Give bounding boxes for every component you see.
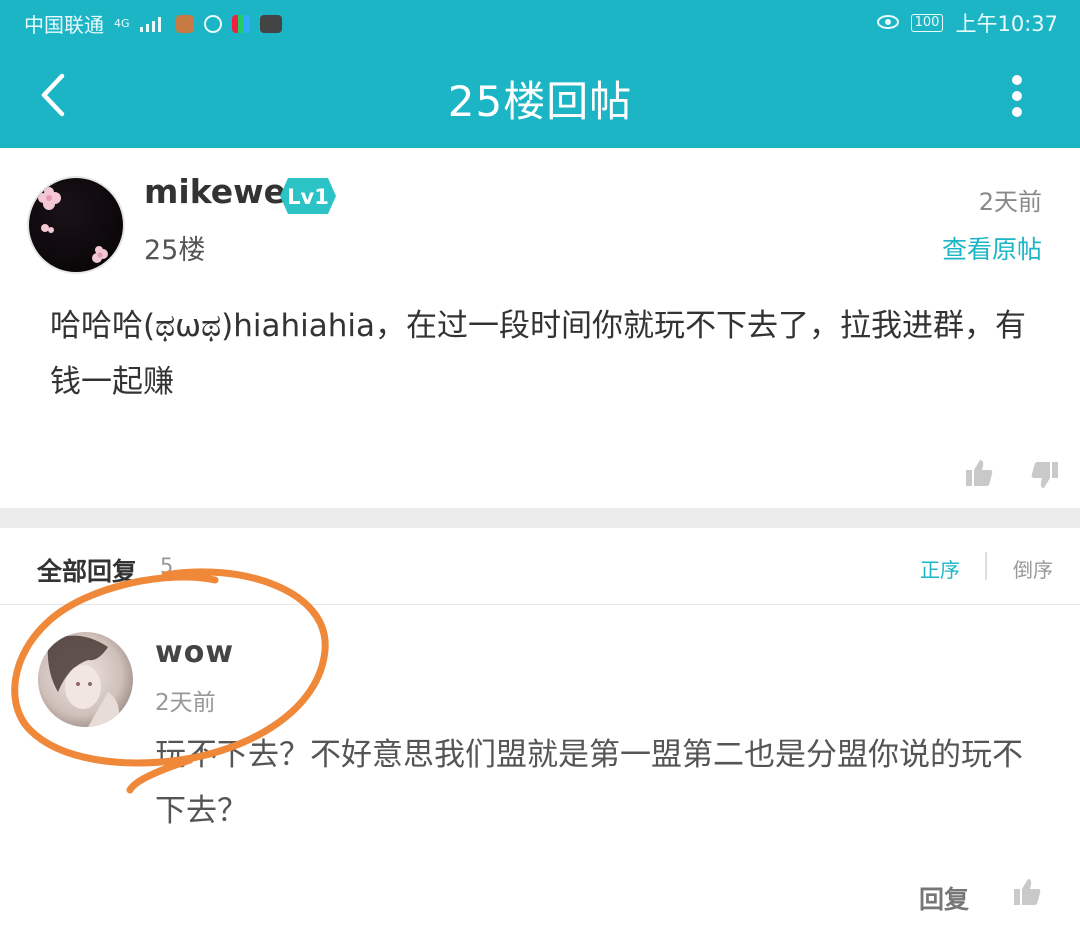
title-bar: 25楼回帖 (0, 42, 1080, 148)
eye-icon (876, 11, 899, 35)
page-title: 25楼回帖 (447, 77, 633, 126)
floor-number: 25楼 (144, 235, 206, 266)
view-original-link[interactable]: 查看原帖 (942, 230, 1042, 266)
battery-icon: 100 (910, 14, 944, 32)
network-label: 4G (114, 17, 130, 30)
status-left: 中国联通 4G (24, 9, 282, 38)
all-replies-label: 全部回复 (37, 557, 138, 586)
reply-thumb-up-icon[interactable] (1012, 877, 1042, 907)
more-vertical-icon[interactable] (1002, 72, 1032, 120)
status-bar: 中国联通 4G 100 上午10:37 (0, 0, 1080, 42)
post-username[interactable]: mikewe (144, 172, 286, 211)
reply-username[interactable]: wow (155, 635, 234, 670)
sort-ascending-button[interactable]: 正序 (920, 554, 960, 583)
floor-post: mikewe Lv1 25楼 2天前 查看原帖 哈哈哈(ಥωಥ)hiahiahi… (0, 148, 1080, 508)
level-text: Lv1 (287, 185, 329, 209)
post-time: 2天前 (978, 188, 1042, 216)
level-badge: Lv1 (280, 178, 336, 214)
color-app-icon (231, 14, 250, 33)
game-app-icon (259, 14, 282, 33)
section-divider (0, 508, 1080, 528)
reply-button[interactable]: 回复 (919, 880, 969, 916)
clock: 上午10:37 (955, 12, 1058, 36)
reply-avatar[interactable] (38, 632, 133, 727)
reply-time: 2天前 (155, 690, 216, 716)
thumb-up-icon[interactable] (964, 458, 994, 488)
status-right: 100 上午10:37 (876, 8, 1058, 38)
reply-content: 玩不下去？不好意思我们盟就是第一盟第二也是分盟你说的玩不下去？ (155, 737, 1023, 829)
thumb-down-icon[interactable] (1030, 460, 1060, 490)
check-app-icon (203, 14, 222, 33)
sort-separator (985, 552, 987, 580)
reply-count: 5 (160, 554, 174, 578)
carrier-label: 中国联通 (24, 13, 104, 37)
reply-item: wow 2天前 玩不下去？不好意思我们盟就是第一盟第二也是分盟你说的玩不下去？ … (0, 605, 1080, 944)
sort-descending-button[interactable]: 倒序 (1013, 554, 1053, 583)
app-icon (175, 14, 194, 33)
signal-icon (139, 16, 166, 32)
avatar[interactable] (27, 176, 125, 274)
post-content: 哈哈哈(ಥωಥ)hiahiahia，在过一段时间你就玩不下去了，拉我进群，有钱一… (50, 308, 1026, 400)
replies-header: 全部回复 5 正序 倒序 (0, 528, 1080, 605)
